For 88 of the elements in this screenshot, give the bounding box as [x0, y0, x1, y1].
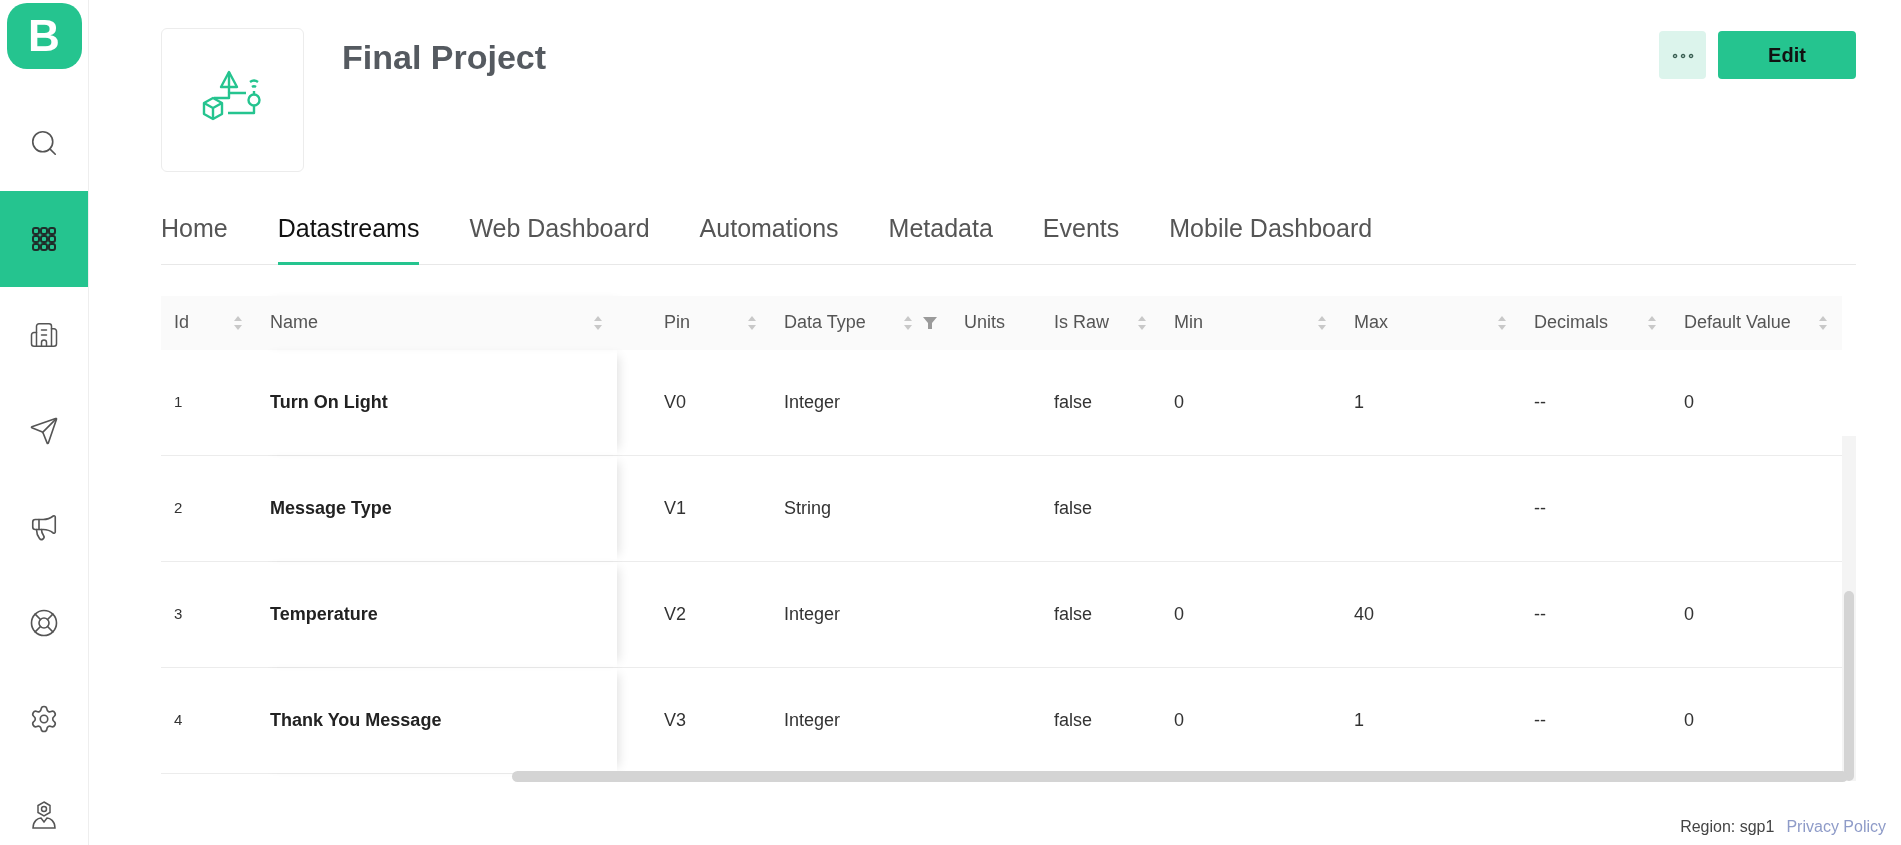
column-header-cell[interactable]: Decimals [1521, 295, 1671, 350]
column-header: Data Type [784, 311, 866, 334]
column-header: Is Raw [1054, 311, 1109, 334]
table-cell-text: 0 [1174, 602, 1184, 626]
sort-icon[interactable] [233, 314, 243, 331]
table-cell-text: Temperature [270, 602, 378, 626]
column-header-cell[interactable]: Id [161, 295, 257, 350]
table-cell-text: Thank You Message [270, 708, 442, 732]
table-cell-text: 2 [174, 497, 183, 518]
megaphone-icon [29, 512, 59, 542]
grid-icon [31, 226, 57, 252]
sort-icon[interactable] [747, 314, 757, 331]
table-cell-text: String [784, 496, 832, 520]
sort-icon[interactable] [1647, 314, 1657, 331]
table-row[interactable]: 1 Turn On Light V0 Integer false 0 1 -- 0 [161, 349, 1842, 456]
sort-icon[interactable] [903, 314, 913, 331]
column-header-cell[interactable]: Max [1341, 295, 1521, 350]
table-cell-text: V1 [664, 496, 687, 520]
column-header-cell[interactable]: Min [1161, 295, 1341, 350]
table-cell-text: 0 [1684, 602, 1694, 626]
tab[interactable]: Datastreams [277, 210, 420, 265]
table-cell-text: V0 [664, 390, 687, 414]
more-button[interactable]: ∘∘∘ [1659, 31, 1706, 79]
table-cell-text: Integer [784, 602, 841, 626]
table-cell-text: 3 [174, 603, 183, 624]
table-cell-text: false [1054, 496, 1093, 520]
table-cell-text: 0 [1684, 708, 1694, 732]
table-cell-text: 0 [1684, 390, 1694, 414]
table-cell-text: false [1054, 602, 1093, 626]
table-cell-text: false [1054, 390, 1093, 414]
filter-icon[interactable] [923, 316, 937, 329]
lifebuoy-icon [29, 608, 59, 638]
sort-icon[interactable] [593, 314, 603, 331]
column-header: Max [1354, 311, 1388, 334]
table-cell-text: 1 [174, 391, 183, 412]
table-cell-text: Integer [784, 390, 841, 414]
edit-button[interactable]: Edit [1718, 31, 1856, 79]
table-cell-text: -- [1534, 390, 1546, 414]
sort-icon[interactable] [1317, 314, 1327, 331]
paper-plane-icon [29, 416, 59, 446]
table-cell-text: 1 [1354, 390, 1364, 414]
column-header-cell[interactable]: Data Type [771, 295, 951, 350]
table-cell-text: -- [1534, 602, 1546, 626]
table-cell-text: 40 [1354, 602, 1375, 626]
settings-icon [29, 704, 59, 734]
column-header-cell[interactable]: Name [257, 295, 617, 350]
tab[interactable]: Automations [699, 210, 839, 265]
tab[interactable]: Metadata [888, 210, 993, 265]
column-header: Min [1174, 311, 1203, 334]
table-cell-text: V3 [664, 708, 687, 732]
table-cell-text: 0 [1174, 390, 1184, 414]
tab[interactable]: Home [161, 210, 228, 265]
table-row[interactable]: 2 Message Type V1 String false -- [161, 455, 1842, 562]
table-cell-text: V2 [664, 602, 687, 626]
column-header: Name [270, 311, 318, 334]
sort-icon[interactable] [1818, 314, 1828, 331]
column-header-cell[interactable]: Pin [617, 295, 771, 350]
table-cell-text: Message Type [270, 496, 392, 520]
table-cell-text: false [1054, 708, 1093, 732]
vertical-scrollbar[interactable] [1844, 590, 1854, 781]
sidebar-item[interactable] [0, 191, 88, 287]
column-header: Units [964, 311, 1005, 334]
column-header-cell[interactable]: Units [951, 295, 1041, 350]
user-icon [30, 800, 58, 830]
horizontal-scrollbar[interactable] [512, 770, 1848, 782]
sort-icon[interactable] [1497, 314, 1507, 331]
table-cell-text: 1 [1354, 708, 1364, 732]
table-cell-text: Integer [784, 708, 841, 732]
search-icon [29, 128, 59, 158]
table-cell-text: -- [1534, 708, 1546, 732]
tab[interactable]: Web Dashboard [469, 210, 650, 265]
column-header: Id [174, 311, 189, 334]
column-header: Pin [664, 311, 690, 334]
table-cell-text: Turn On Light [270, 390, 388, 414]
table-cell-text: -- [1534, 496, 1546, 520]
tab[interactable]: Mobile Dashboard [1169, 210, 1373, 265]
tab[interactable]: Events [1042, 210, 1120, 265]
sort-icon[interactable] [1137, 314, 1147, 331]
region-label: Region: sgp1 [1680, 817, 1775, 837]
column-header: Decimals [1534, 311, 1608, 334]
building-icon [29, 320, 59, 350]
table-row[interactable]: 3 Temperature V2 Integer false 0 40 -- 0 [161, 561, 1842, 668]
column-header-cell[interactable]: Is Raw [1041, 295, 1161, 350]
column-header: Default Value [1684, 311, 1791, 334]
table-cell-text: 0 [1174, 708, 1184, 732]
column-header-cell[interactable]: Default Value [1671, 295, 1842, 350]
table-cell-text: 4 [174, 709, 183, 730]
project-title: Final Project [342, 37, 547, 78]
